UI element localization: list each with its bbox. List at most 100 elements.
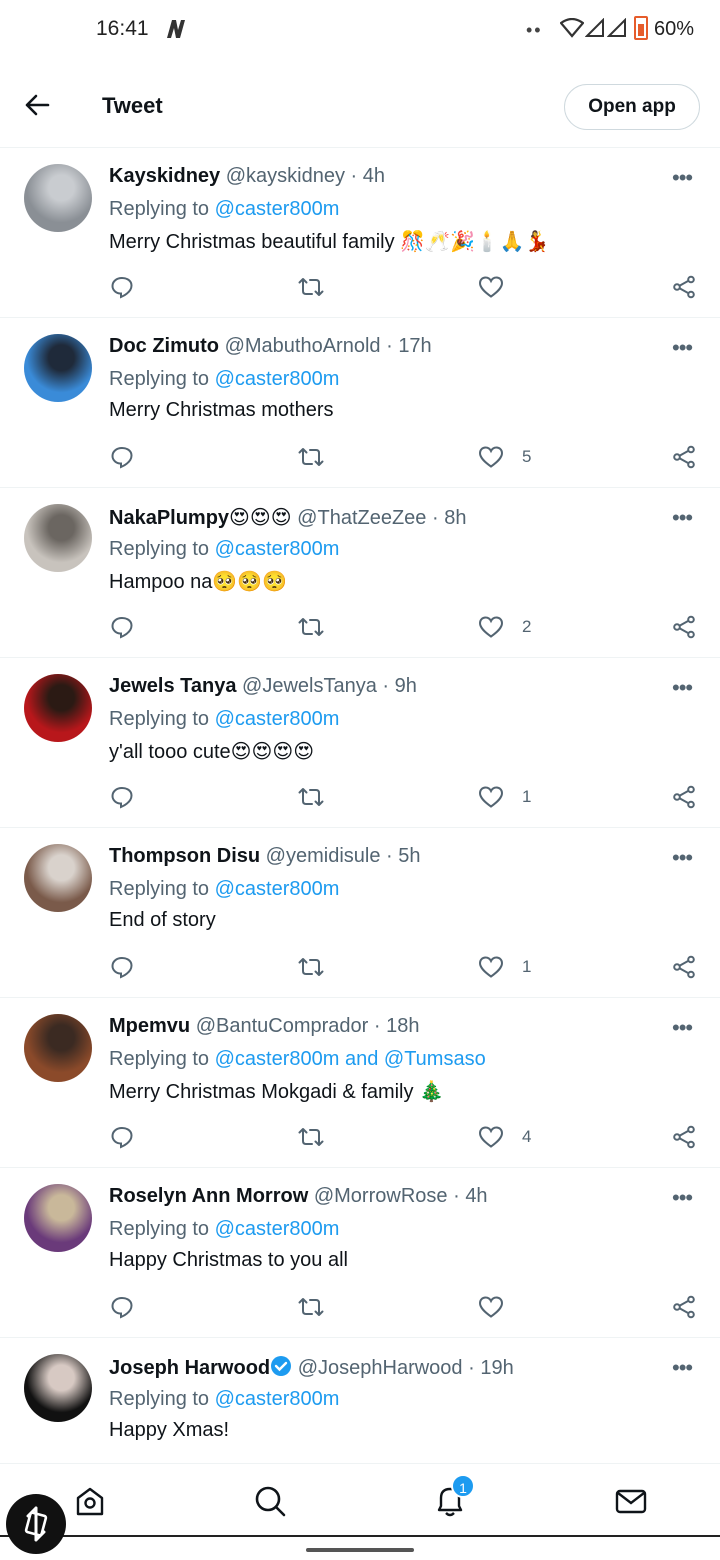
reply-button[interactable]: [110, 1124, 134, 1150]
author-handle[interactable]: @yemidisule: [266, 845, 381, 867]
tweet-time[interactable]: 17h: [398, 335, 431, 357]
more-options-icon[interactable]: •••: [672, 335, 693, 361]
retweet-button[interactable]: [298, 1294, 324, 1320]
like-button[interactable]: 4: [478, 1124, 531, 1150]
share-button[interactable]: [672, 784, 696, 810]
tweet-time[interactable]: 18h: [386, 1015, 419, 1037]
author-handle[interactable]: @MabuthoArnold: [225, 335, 381, 357]
share-button[interactable]: [672, 954, 696, 980]
avatar[interactable]: [24, 1184, 92, 1252]
avatar[interactable]: [24, 504, 92, 572]
replying-to-label: Replying to: [109, 708, 210, 730]
tweet-time[interactable]: 19h: [480, 1357, 513, 1379]
author-handle[interactable]: @MorrowRose: [314, 1185, 448, 1207]
reply-tweet[interactable]: Thompson Disu @yemidisule · 5h ••• Reply…: [0, 828, 720, 998]
page-title: Tweet: [102, 93, 163, 118]
author-name[interactable]: NakaPlumpy😍😍😍: [109, 507, 292, 529]
replying-to-line: Replying to @caster800m: [109, 878, 339, 901]
retweet-button[interactable]: [298, 954, 324, 980]
share-button[interactable]: [672, 1124, 696, 1150]
gesture-bar[interactable]: [306, 1548, 414, 1552]
author-name[interactable]: Thompson Disu: [109, 845, 260, 867]
more-options-icon[interactable]: •••: [672, 505, 693, 531]
reply-tweet[interactable]: Mpemvu @BantuComprador · 18h ••• Replyin…: [0, 998, 720, 1168]
more-options-icon[interactable]: •••: [672, 1015, 693, 1041]
author-name[interactable]: Kayskidney: [109, 165, 220, 187]
author-name[interactable]: Mpemvu: [109, 1015, 190, 1037]
like-button[interactable]: 1: [478, 954, 531, 980]
author-name[interactable]: Roselyn Ann Morrow: [109, 1185, 308, 1207]
tweet-time[interactable]: 4h: [363, 165, 385, 187]
retweet-button[interactable]: [298, 614, 324, 640]
home-icon[interactable]: [73, 1484, 107, 1518]
avatar[interactable]: [24, 334, 92, 402]
replying-to-label: Replying to: [109, 1048, 210, 1070]
like-count: 1: [522, 957, 532, 976]
retweet-button[interactable]: [298, 784, 324, 810]
replying-to-mention[interactable]: @caster800m: [215, 708, 340, 730]
like-button[interactable]: 2: [478, 614, 531, 640]
replying-to-mention[interactable]: @caster800m: [215, 198, 340, 220]
messages-mail-icon[interactable]: [614, 1484, 648, 1518]
search-icon[interactable]: [253, 1484, 287, 1518]
share-button[interactable]: [672, 274, 696, 300]
replying-to-mention[interactable]: @caster800m: [215, 368, 340, 390]
reply-tweet[interactable]: Doc Zimuto @MabuthoArnold · 17h ••• Repl…: [0, 318, 720, 488]
tweet-time[interactable]: 9h: [395, 675, 417, 697]
more-options-icon[interactable]: •••: [672, 675, 693, 701]
author-name[interactable]: Jewels Tanya: [109, 675, 236, 697]
tweet-text: End of story: [109, 909, 216, 931]
avatar[interactable]: [24, 1014, 92, 1082]
like-button[interactable]: 1: [478, 784, 531, 810]
reply-button[interactable]: [110, 614, 134, 640]
author-handle[interactable]: @kayskidney: [226, 165, 345, 187]
replying-to-mention[interactable]: @caster800m: [215, 1388, 340, 1410]
avatar[interactable]: [24, 1354, 92, 1422]
replying-to-mention[interactable]: @caster800m and @Tumsaso: [215, 1048, 486, 1070]
author-handle[interactable]: @ThatZeeZee: [297, 507, 426, 529]
tweet-time[interactable]: 8h: [444, 507, 466, 529]
author-handle[interactable]: @JewelsTanya: [242, 675, 377, 697]
reply-tweet[interactable]: NakaPlumpy😍😍😍 @ThatZeeZee · 8h ••• Reply…: [0, 488, 720, 658]
replying-to-mention[interactable]: @caster800m: [215, 878, 340, 900]
share-button[interactable]: [672, 444, 696, 470]
retweet-button[interactable]: [298, 444, 324, 470]
like-button[interactable]: [478, 1294, 522, 1320]
author-handle[interactable]: @JosephHarwood: [298, 1357, 463, 1379]
floating-action-button[interactable]: [6, 1494, 66, 1554]
more-options-icon[interactable]: •••: [672, 1185, 693, 1211]
author-handle[interactable]: @BantuComprador: [196, 1015, 369, 1037]
tweet-time[interactable]: 4h: [465, 1185, 487, 1207]
tweet-time[interactable]: 5h: [398, 845, 420, 867]
reply-tweet[interactable]: Jewels Tanya @JewelsTanya · 9h ••• Reply…: [0, 658, 720, 828]
retweet-button[interactable]: [298, 274, 324, 300]
back-arrow-icon[interactable]: [24, 92, 50, 118]
like-button[interactable]: 5: [478, 444, 531, 470]
retweet-icon: [298, 618, 324, 636]
reply-button[interactable]: [110, 1294, 134, 1320]
more-options-icon[interactable]: •••: [672, 845, 693, 871]
more-options-icon[interactable]: •••: [672, 165, 693, 191]
avatar[interactable]: [24, 844, 92, 912]
author-name[interactable]: Doc Zimuto: [109, 335, 219, 357]
separator-dot: ·: [431, 507, 439, 529]
replying-to-mention[interactable]: @caster800m: [215, 538, 340, 560]
reply-button[interactable]: [110, 784, 134, 810]
share-button[interactable]: [672, 614, 696, 640]
replying-to-mention[interactable]: @caster800m: [215, 1218, 340, 1240]
retweet-button[interactable]: [298, 1124, 324, 1150]
reply-tweet[interactable]: Roselyn Ann Morrow @MorrowRose · 4h ••• …: [0, 1168, 720, 1338]
author-name[interactable]: Joseph Harwood: [109, 1357, 270, 1379]
reply-button[interactable]: [110, 444, 134, 470]
heart-icon: [478, 616, 504, 638]
reply-button[interactable]: [110, 954, 134, 980]
replying-to-label: Replying to: [109, 878, 210, 900]
more-options-icon[interactable]: •••: [672, 1355, 693, 1381]
reply-button[interactable]: [110, 274, 134, 300]
open-app-button[interactable]: Open app: [564, 84, 700, 130]
share-button[interactable]: [672, 1294, 696, 1320]
avatar[interactable]: [24, 674, 92, 742]
like-button[interactable]: [478, 274, 522, 300]
reply-tweet[interactable]: Kayskidney @kayskidney · 4h ••• Replying…: [0, 148, 720, 318]
avatar[interactable]: [24, 164, 92, 232]
